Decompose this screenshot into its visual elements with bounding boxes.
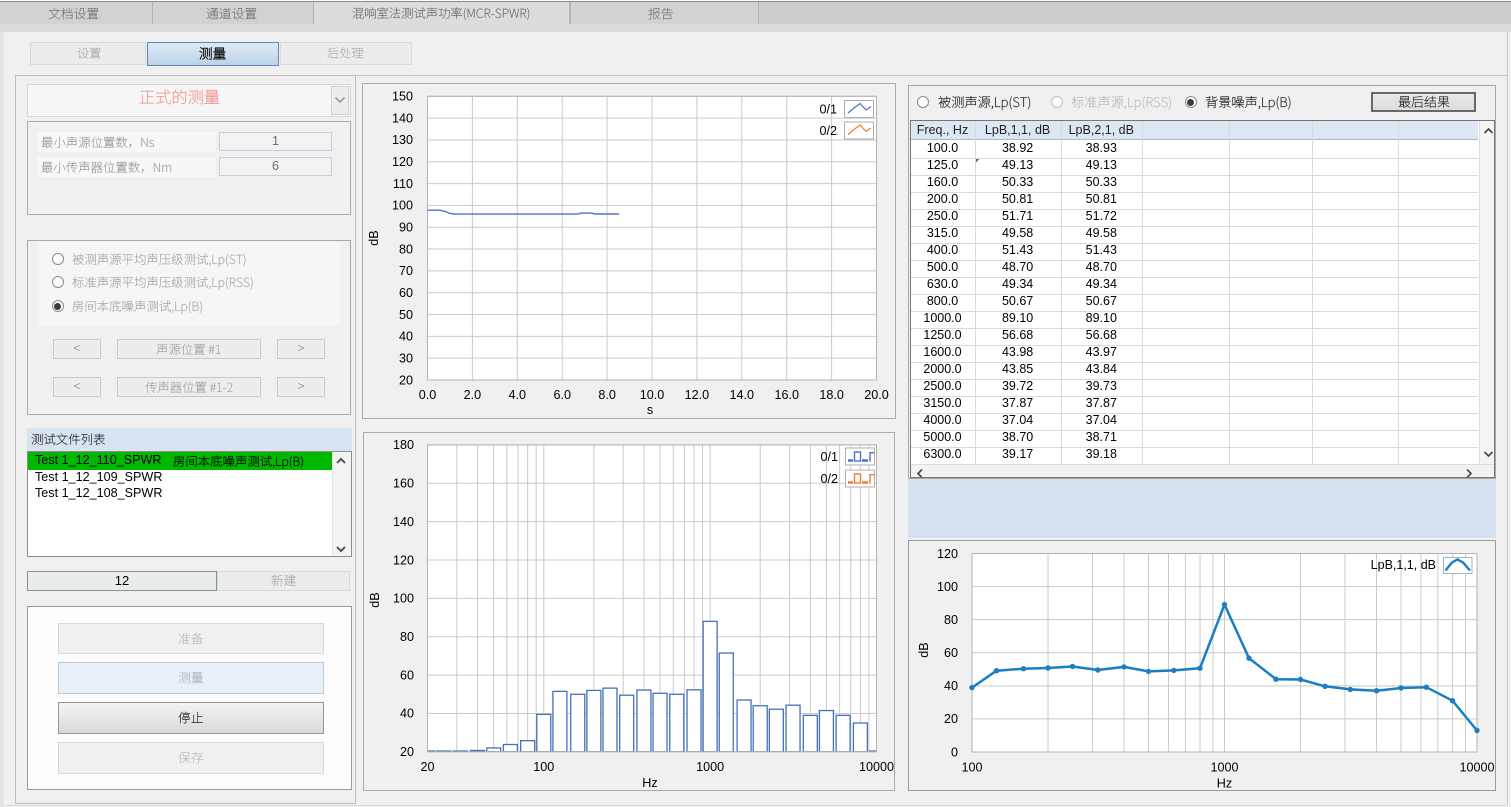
svg-text:0: 0 xyxy=(951,745,958,759)
svg-text:0.0: 0.0 xyxy=(419,388,437,402)
svg-text:6.0: 6.0 xyxy=(553,388,571,402)
svg-text:1000: 1000 xyxy=(696,759,724,773)
svg-text:100: 100 xyxy=(393,591,414,605)
svg-text:100: 100 xyxy=(392,199,413,213)
svg-text:LpB,1,1, dB: LpB,1,1, dB xyxy=(1371,558,1436,572)
svg-text:20: 20 xyxy=(399,373,413,387)
svg-text:50: 50 xyxy=(399,308,413,322)
svg-text:4.0: 4.0 xyxy=(509,388,527,402)
svg-text:s: s xyxy=(647,403,653,417)
svg-text:40: 40 xyxy=(944,679,958,693)
svg-text:60: 60 xyxy=(400,668,414,682)
svg-text:20: 20 xyxy=(400,745,414,759)
svg-text:0/2: 0/2 xyxy=(820,472,838,486)
svg-text:10000: 10000 xyxy=(1459,760,1494,774)
svg-text:dB: dB xyxy=(368,592,382,607)
svg-text:30: 30 xyxy=(399,352,413,366)
svg-text:18.0: 18.0 xyxy=(819,388,844,402)
svg-text:160: 160 xyxy=(393,476,414,490)
svg-text:130: 130 xyxy=(392,133,413,147)
svg-text:20: 20 xyxy=(944,712,958,726)
svg-text:60: 60 xyxy=(944,646,958,660)
svg-text:120: 120 xyxy=(393,553,414,567)
svg-text:0/2: 0/2 xyxy=(819,124,837,138)
svg-text:120: 120 xyxy=(937,547,958,561)
svg-text:60: 60 xyxy=(399,286,413,300)
svg-text:80: 80 xyxy=(944,613,958,627)
svg-text:140: 140 xyxy=(393,514,414,528)
svg-text:0/1: 0/1 xyxy=(819,103,837,117)
svg-text:100: 100 xyxy=(937,580,958,594)
svg-text:100: 100 xyxy=(533,759,554,773)
svg-text:110: 110 xyxy=(393,177,413,191)
svg-text:14.0: 14.0 xyxy=(730,388,755,402)
svg-text:80: 80 xyxy=(399,242,413,256)
svg-text:2.0: 2.0 xyxy=(464,388,482,402)
svg-text:16.0: 16.0 xyxy=(774,388,799,402)
svg-text:180: 180 xyxy=(393,438,414,452)
svg-text:1000: 1000 xyxy=(1210,760,1238,774)
svg-text:10.0: 10.0 xyxy=(640,388,665,402)
svg-text:0/1: 0/1 xyxy=(820,450,838,464)
svg-text:40: 40 xyxy=(399,330,413,344)
svg-text:80: 80 xyxy=(400,630,414,644)
svg-text:150: 150 xyxy=(392,90,413,104)
svg-text:70: 70 xyxy=(399,264,413,278)
svg-text:10000: 10000 xyxy=(859,759,894,773)
svg-text:140: 140 xyxy=(392,111,413,125)
svg-text:dB: dB xyxy=(917,642,931,657)
svg-text:8.0: 8.0 xyxy=(598,388,616,402)
svg-text:20.0: 20.0 xyxy=(864,388,889,402)
svg-text:Hz: Hz xyxy=(1217,776,1232,790)
svg-text:120: 120 xyxy=(392,155,413,169)
svg-text:20: 20 xyxy=(420,759,434,773)
svg-text:12.0: 12.0 xyxy=(685,388,710,402)
svg-text:dB: dB xyxy=(367,230,381,245)
svg-text:90: 90 xyxy=(399,221,413,235)
svg-text:100: 100 xyxy=(961,760,982,774)
svg-text:Hz: Hz xyxy=(642,775,657,789)
svg-text:40: 40 xyxy=(400,706,414,720)
